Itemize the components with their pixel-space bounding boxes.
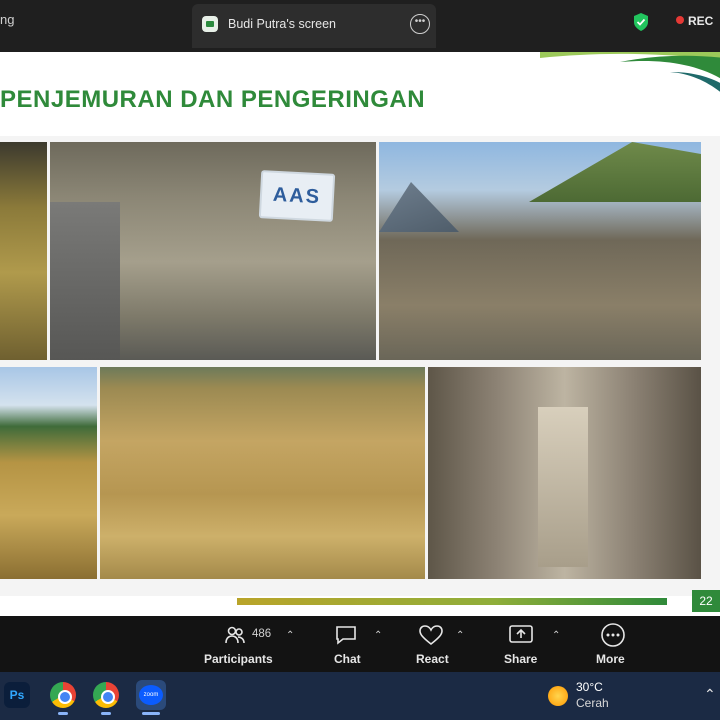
heart-icon	[419, 625, 443, 646]
participants-count: 486	[252, 628, 272, 640]
more-label: More	[596, 652, 625, 666]
screen-share-tab-label: Budi Putra's screen	[228, 17, 336, 31]
more-button[interactable]: More	[592, 616, 636, 672]
security-shield-icon[interactable]	[632, 12, 650, 32]
photo-mountain	[379, 182, 459, 232]
photo-field-sheaves	[100, 367, 425, 579]
share-button[interactable]: ⌃ Share	[494, 616, 568, 672]
chevron-up-icon[interactable]: ⌃	[704, 686, 716, 703]
chat-icon	[336, 626, 356, 645]
participants-label: Participants	[204, 652, 273, 666]
tab-more-options-button[interactable]: •••	[410, 14, 430, 34]
chat-caret-icon[interactable]: ⌃	[374, 630, 382, 641]
chrome-icon[interactable]	[50, 682, 76, 708]
meeting-top-bar: ng Budi Putra's screen ••• REC	[0, 0, 720, 52]
rec-label: REC	[688, 14, 714, 28]
screen: ng Budi Putra's screen ••• REC PENJEMURA…	[0, 0, 720, 720]
chrome-profile-icon[interactable]	[93, 682, 119, 708]
os-taskbar: Ps 30°C Cerah ⌃	[0, 672, 720, 720]
react-label: React	[416, 652, 449, 666]
weather-temperature[interactable]: 30°C	[576, 680, 603, 694]
share-caret-icon[interactable]: ⌃	[552, 630, 560, 641]
zoom-active-indicator	[142, 712, 160, 715]
screen-share-icon	[202, 16, 218, 32]
slide-page-number: 22	[692, 590, 720, 612]
shared-slide: PENJEMURAN DAN PENGERINGAN AAS 22	[0, 52, 720, 616]
zoom-app-icon[interactable]	[136, 680, 166, 710]
photo-drying-sheaves-edge	[0, 142, 47, 360]
participants-button[interactable]: 486 ⌃ Participants	[200, 616, 300, 672]
photo-sign: AAS	[258, 170, 336, 222]
slide-footer-bar	[237, 598, 667, 605]
chrome-running-indicator	[58, 712, 68, 715]
photo-drying-rack-with-sign: AAS	[50, 142, 376, 360]
share-screen-icon	[509, 625, 533, 643]
meeting-controls-bar: 486 ⌃ Participants ⌃ Chat ⌃ React ⌃ Shar…	[0, 616, 720, 672]
chat-label: Chat	[334, 652, 361, 666]
photo-corridor	[538, 407, 588, 567]
chat-button[interactable]: ⌃ Chat	[320, 616, 390, 672]
sun-icon[interactable]	[548, 686, 568, 706]
photoshop-icon[interactable]: Ps	[4, 682, 30, 708]
more-icon	[601, 623, 625, 647]
react-caret-icon[interactable]: ⌃	[456, 630, 464, 641]
photo-drying-shed-corridor	[428, 367, 701, 579]
photo-bamboo-drying-racks	[379, 142, 701, 360]
react-button[interactable]: ⌃ React	[404, 616, 474, 672]
chrome-profile-running-indicator	[101, 712, 111, 715]
photo-field-sheaves-edge	[0, 367, 97, 579]
photo-hill	[529, 142, 701, 202]
screen-share-tab[interactable]: Budi Putra's screen •••	[192, 4, 436, 48]
share-label: Share	[504, 652, 538, 666]
slide-corner-accent	[540, 52, 720, 92]
slide-title: PENJEMURAN DAN PENGERINGAN	[0, 86, 426, 113]
participants-caret-icon[interactable]: ⌃	[286, 630, 294, 641]
recording-indicator[interactable]: REC	[676, 14, 713, 28]
photo-road-area	[50, 202, 120, 360]
record-dot-icon	[676, 16, 684, 24]
participants-icon	[225, 626, 245, 644]
previous-tab-label[interactable]: ng	[0, 12, 14, 27]
weather-description[interactable]: Cerah	[576, 696, 609, 710]
